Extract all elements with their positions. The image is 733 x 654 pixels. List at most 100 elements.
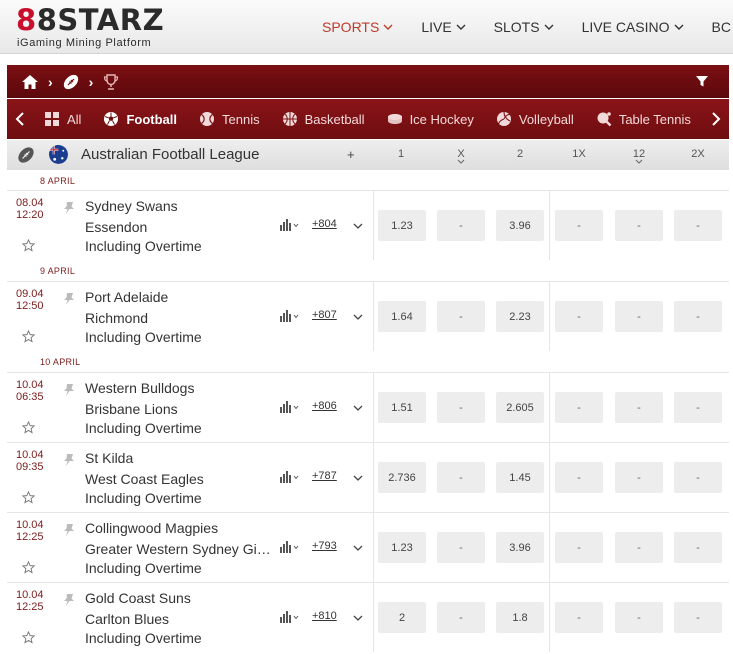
tab-all[interactable]: All <box>33 99 92 139</box>
tab-volleyball[interactable]: Volleyball <box>485 99 585 139</box>
odd-1x[interactable]: - <box>555 301 603 332</box>
statistics-icon[interactable] <box>279 470 301 484</box>
column-header-2x[interactable]: 2X <box>674 148 722 160</box>
odd-2[interactable]: 1.45 <box>496 462 544 493</box>
odd-x[interactable]: - <box>437 602 485 633</box>
statistics-icon[interactable] <box>279 540 301 554</box>
star-icon[interactable] <box>22 561 35 574</box>
column-header-x[interactable]: X <box>437 148 485 164</box>
odd-2[interactable]: 1.8 <box>496 602 544 633</box>
team-home[interactable]: Gold Coast Suns <box>85 590 191 606</box>
football-icon[interactable] <box>61 72 81 92</box>
odd-1x[interactable]: - <box>555 210 603 241</box>
team-home[interactable]: Collingwood Magpies <box>85 520 218 536</box>
statistics-icon[interactable] <box>279 610 301 624</box>
odd-2[interactable]: 3.96 <box>496 210 544 241</box>
odd-1[interactable]: 2.736 <box>378 462 426 493</box>
star-icon[interactable] <box>22 330 35 343</box>
star-icon[interactable] <box>22 421 35 434</box>
odd-x[interactable]: - <box>437 462 485 493</box>
odd-12[interactable]: - <box>615 602 663 633</box>
statistics-icon[interactable] <box>279 218 301 232</box>
column-header-1x[interactable]: 1X <box>555 148 603 160</box>
odd-2x[interactable]: - <box>674 602 722 633</box>
more-markets-link[interactable]: +793 <box>312 540 337 552</box>
odd-1[interactable]: 1.23 <box>378 532 426 563</box>
odd-2[interactable]: 2.605 <box>496 392 544 423</box>
odd-2x[interactable]: - <box>674 532 722 563</box>
star-icon[interactable] <box>22 239 35 252</box>
team-away[interactable]: Richmond <box>85 310 148 326</box>
chevron-down-icon[interactable] <box>353 222 363 230</box>
nav-bc[interactable]: BC <box>698 0 733 53</box>
team-away[interactable]: Greater Western Sydney Giants <box>85 541 271 557</box>
more-markets-link[interactable]: +807 <box>312 309 337 321</box>
odd-2[interactable]: 2.23 <box>496 301 544 332</box>
team-home[interactable]: Western Bulldogs <box>85 380 194 396</box>
pin-icon[interactable] <box>63 523 75 537</box>
team-home[interactable]: Port Adelaide <box>85 289 168 305</box>
team-away[interactable]: Brisbane Lions <box>85 401 178 417</box>
odd-1x[interactable]: - <box>555 602 603 633</box>
pin-icon[interactable] <box>63 201 75 215</box>
odd-1[interactable]: 1.64 <box>378 301 426 332</box>
team-home[interactable]: St Kilda <box>85 450 133 466</box>
team-away[interactable]: West Coast Eagles <box>85 471 204 487</box>
odd-x[interactable]: - <box>437 301 485 332</box>
filter-icon[interactable] <box>695 74 709 88</box>
odd-1x[interactable]: - <box>555 462 603 493</box>
chevron-down-icon[interactable] <box>353 313 363 321</box>
odd-x[interactable]: - <box>437 532 485 563</box>
nav-slots[interactable]: SLOTS <box>480 0 568 53</box>
more-markets-link[interactable]: +810 <box>312 610 337 622</box>
league-plus[interactable]: + <box>347 147 355 162</box>
tab-table-tennis[interactable]: Table Tennis <box>585 99 702 139</box>
statistics-icon[interactable] <box>279 309 301 323</box>
odd-2x[interactable]: - <box>674 392 722 423</box>
odd-1[interactable]: 1.51 <box>378 392 426 423</box>
tabs-scroll-right[interactable] <box>703 99 729 139</box>
more-markets-link[interactable]: +806 <box>312 400 337 412</box>
odd-1[interactable]: 1.23 <box>378 210 426 241</box>
chevron-down-icon[interactable] <box>353 614 363 622</box>
more-markets-link[interactable]: +787 <box>312 470 337 482</box>
team-home[interactable]: Sydney Swans <box>85 198 178 214</box>
tabs-scroll-left[interactable] <box>7 99 33 139</box>
odd-1x[interactable]: - <box>555 532 603 563</box>
pin-icon[interactable] <box>63 593 75 607</box>
column-header-2[interactable]: 2 <box>496 148 544 160</box>
nav-sports[interactable]: SPORTS <box>308 0 407 53</box>
trophy-icon[interactable] <box>101 72 121 92</box>
team-away[interactable]: Carlton Blues <box>85 611 169 627</box>
odd-2x[interactable]: - <box>674 210 722 241</box>
odd-12[interactable]: - <box>615 462 663 493</box>
pin-icon[interactable] <box>63 453 75 467</box>
nav-live-casino[interactable]: LIVE CASINO <box>568 0 698 53</box>
odd-1[interactable]: 2 <box>378 602 426 633</box>
site-logo[interactable]: 88STARZ iGaming Mining Platform <box>16 3 191 51</box>
chevron-down-icon[interactable] <box>353 474 363 482</box>
team-away[interactable]: Essendon <box>85 219 147 235</box>
column-header-12[interactable]: 12 <box>615 148 663 164</box>
tab-ice-hockey[interactable]: Ice Hockey <box>376 99 485 139</box>
pin-icon[interactable] <box>63 292 75 306</box>
odd-12[interactable]: - <box>615 210 663 241</box>
chevron-down-icon[interactable] <box>353 404 363 412</box>
odd-2[interactable]: 3.96 <box>496 532 544 563</box>
odd-12[interactable]: - <box>615 301 663 332</box>
star-icon[interactable] <box>22 631 35 644</box>
home-icon[interactable] <box>20 72 40 92</box>
odd-x[interactable]: - <box>437 392 485 423</box>
odd-1x[interactable]: - <box>555 392 603 423</box>
more-markets-link[interactable]: +804 <box>312 218 337 230</box>
odd-2x[interactable]: - <box>674 301 722 332</box>
odd-2x[interactable]: - <box>674 462 722 493</box>
chevron-down-icon[interactable] <box>353 544 363 552</box>
tab-basketball[interactable]: Basketball <box>271 99 376 139</box>
tab-tennis[interactable]: Tennis <box>188 99 271 139</box>
statistics-icon[interactable] <box>279 400 301 414</box>
pin-icon[interactable] <box>63 383 75 397</box>
column-header-1[interactable]: 1 <box>377 148 425 160</box>
star-icon[interactable] <box>22 491 35 504</box>
tab-football[interactable]: Football <box>92 99 188 139</box>
